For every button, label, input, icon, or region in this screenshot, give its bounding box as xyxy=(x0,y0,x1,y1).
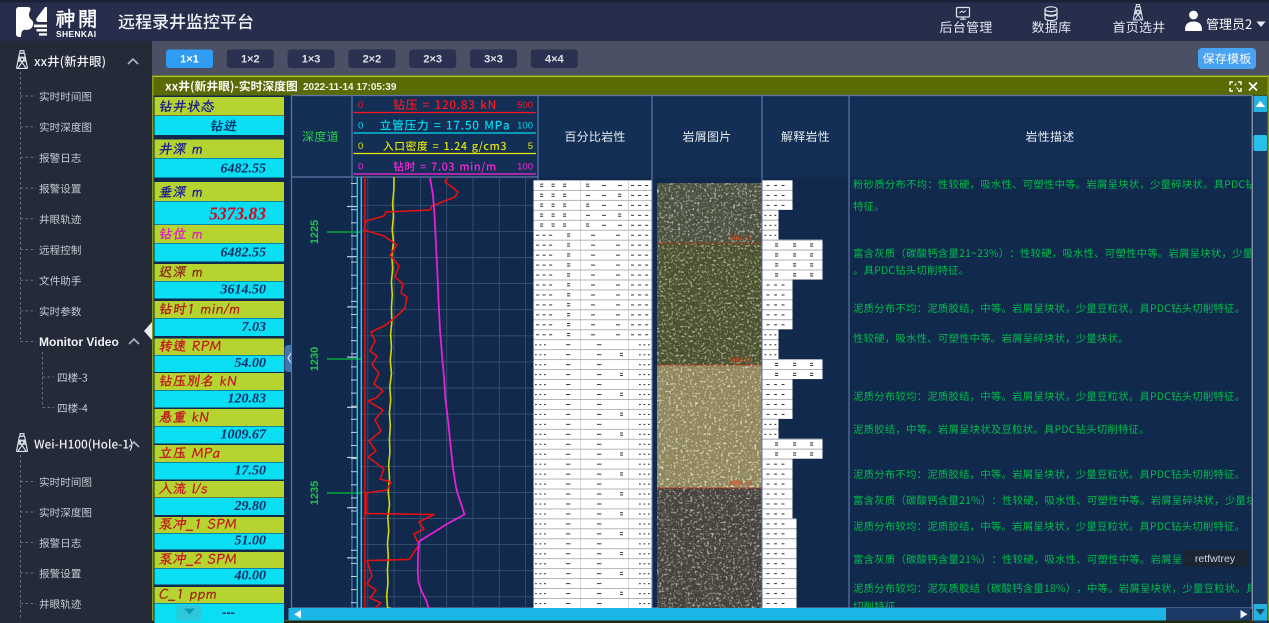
svg-text:17.50: 17.50 xyxy=(235,464,267,479)
svg-text:0: 0 xyxy=(358,141,363,152)
svg-text:6482.55: 6482.55 xyxy=(221,246,267,261)
svg-text:51.00: 51.00 xyxy=(235,534,267,549)
svg-text:---: --- xyxy=(222,605,235,620)
svg-text:6484.59: 6484.59 xyxy=(729,480,753,487)
svg-text:3614.50: 3614.50 xyxy=(220,283,267,298)
svg-text:1009.67: 1009.67 xyxy=(221,428,268,443)
svg-text:retfwtrey: retfwtrey xyxy=(1195,553,1236,565)
svg-text:500: 500 xyxy=(517,100,533,111)
svg-text:SHENKAI: SHENKAI xyxy=(56,29,96,39)
svg-text:6482.55: 6482.55 xyxy=(221,162,267,177)
svg-text:6482.53: 6482.53 xyxy=(729,235,753,242)
svg-text:1225: 1225 xyxy=(309,220,321,244)
svg-text:3×3: 3×3 xyxy=(484,54,503,66)
svg-text:54.00: 54.00 xyxy=(235,356,267,371)
svg-text:5: 5 xyxy=(528,141,533,152)
svg-text:4×4: 4×4 xyxy=(545,54,565,66)
svg-text:120.83: 120.83 xyxy=(228,392,267,407)
svg-text:0: 0 xyxy=(358,100,363,111)
svg-text:0: 0 xyxy=(358,162,363,173)
svg-text:1235: 1235 xyxy=(309,481,321,505)
svg-text:29.80: 29.80 xyxy=(234,499,267,514)
svg-text:7.03: 7.03 xyxy=(242,320,267,335)
svg-text:1×1: 1×1 xyxy=(180,54,199,66)
svg-text:100: 100 xyxy=(517,162,533,173)
svg-text:40.00: 40.00 xyxy=(234,569,267,584)
svg-text:1×3: 1×3 xyxy=(302,54,321,66)
svg-text:0: 0 xyxy=(358,121,363,132)
svg-text:1×2: 1×2 xyxy=(241,54,260,66)
svg-text:2×3: 2×3 xyxy=(423,54,442,66)
svg-text:1230: 1230 xyxy=(309,347,321,371)
svg-text:6483.59: 6483.59 xyxy=(729,357,753,364)
svg-text:2022-11-14 17:05:39: 2022-11-14 17:05:39 xyxy=(303,82,397,93)
svg-text:5373.83: 5373.83 xyxy=(209,204,266,224)
svg-text:Monitor Video: Monitor Video xyxy=(39,335,119,349)
svg-text:2×2: 2×2 xyxy=(363,54,382,66)
svg-text:100: 100 xyxy=(517,121,533,132)
